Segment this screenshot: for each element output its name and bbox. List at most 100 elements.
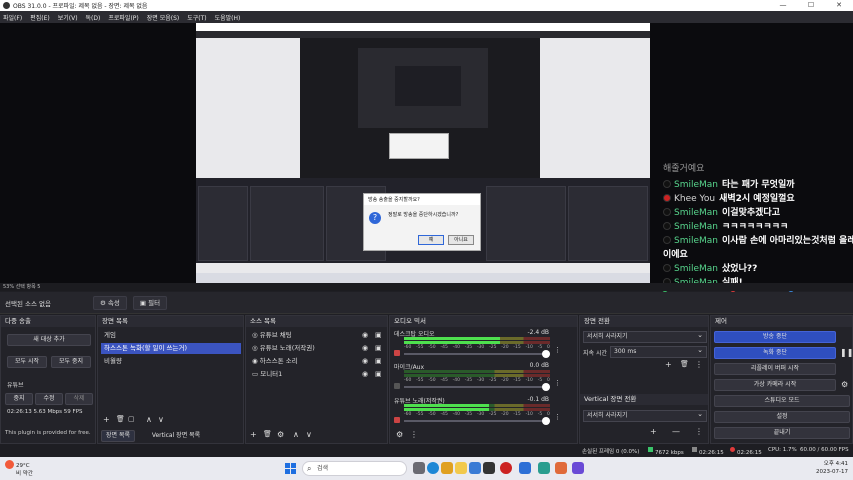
- file-explorer-icon[interactable]: [455, 462, 467, 474]
- taskbar-search[interactable]: 검색: [302, 461, 407, 476]
- volume-knob[interactable]: [542, 417, 550, 425]
- minimize-button[interactable]: —: [769, 0, 797, 11]
- visibility-eye-icon[interactable]: ◉: [362, 357, 368, 365]
- app-taskbar-icon[interactable]: [500, 462, 512, 474]
- mute-icon[interactable]: [394, 383, 400, 389]
- target-name: 유튜브: [7, 382, 24, 389]
- channel-settings-icon[interactable]: ⋮: [554, 413, 561, 421]
- visibility-eye-icon[interactable]: ◉: [362, 331, 368, 339]
- tab-scenes[interactable]: 장면 목록: [101, 430, 135, 442]
- visibility-eye-icon[interactable]: ◉: [362, 370, 368, 378]
- channel-settings-icon[interactable]: ⋮: [554, 346, 561, 354]
- meter-tick-label: -20: [501, 378, 509, 383]
- virtual-camera-settings-icon[interactable]: ⚙: [841, 380, 848, 389]
- system-clock[interactable]: 오후 4:41 2023-07-17: [816, 460, 848, 476]
- source-settings-icon[interactable]: ⚙: [277, 430, 284, 439]
- lock-icon[interactable]: ▣: [375, 357, 382, 365]
- stop-all-button[interactable]: 모두 중지: [51, 356, 91, 368]
- menu-view[interactable]: 보기(V): [58, 13, 78, 22]
- transition-select[interactable]: 서서히 사라지기: [583, 330, 707, 343]
- mixer-menu-icon[interactable]: ⋮: [410, 430, 418, 439]
- settings-button[interactable]: 설정: [714, 411, 850, 423]
- app-taskbar-icon[interactable]: [572, 462, 584, 474]
- task-view-icon[interactable]: [413, 462, 425, 474]
- add-transition-icon[interactable]: +: [650, 427, 657, 436]
- preview-canvas[interactable]: 방송 송출을 중지할까요? ? 정말로 방송을 중단하시겠습니까? 예 아니요: [196, 23, 650, 283]
- target-edit-button[interactable]: 수정: [35, 393, 63, 405]
- meter-tick-label: -35: [464, 345, 473, 350]
- lock-icon[interactable]: ▣: [375, 344, 382, 352]
- virtual-camera-button[interactable]: 가상 카메라 시작: [714, 379, 836, 391]
- filters-button[interactable]: ▣ 필터: [132, 295, 168, 310]
- scene-item-selected[interactable]: 하스스톤 녹화(할 일이 쓰는거): [101, 343, 241, 354]
- weather-widget[interactable]: 29°C 비 약간: [5, 460, 33, 478]
- preview-area[interactable]: 방송 송출을 중지할까요? ? 정말로 방송을 중단하시겠습니까? 예 아니요 …: [0, 23, 853, 293]
- sources-dock: 소스 목록 ◎ 유튜브 채팅 ◎ 유튜브 노래(저작권) ◉ 하스스톤 소리 ▭…: [245, 315, 388, 444]
- transition-menu-icon[interactable]: ⋮: [695, 427, 703, 436]
- dock-title: 오디오 믹서: [390, 316, 577, 327]
- menu-tools[interactable]: 도구(T): [187, 13, 206, 22]
- remove-transition-icon[interactable]: —: [672, 427, 680, 436]
- add-source-icon[interactable]: +: [250, 430, 257, 439]
- remove-scene-icon[interactable]: 🗑: [116, 415, 125, 423]
- stop-recording-button[interactable]: 녹화 중단: [714, 347, 836, 359]
- pause-recording-icon[interactable]: ❚❚: [840, 348, 853, 357]
- move-down-icon[interactable]: ∨: [158, 415, 164, 424]
- volume-slider[interactable]: [404, 417, 550, 425]
- channel-settings-icon[interactable]: ⋮: [554, 379, 561, 387]
- replay-buffer-button[interactable]: 리플레이 버퍼 시작: [714, 363, 836, 375]
- vertical-transition-select[interactable]: 서서히 사라지기: [583, 409, 707, 422]
- duration-input[interactable]: 300 ms: [610, 345, 707, 358]
- mute-icon[interactable]: [394, 417, 400, 423]
- close-button[interactable]: ✕: [825, 0, 853, 11]
- windows-start-icon[interactable]: [285, 463, 296, 474]
- volume-knob[interactable]: [542, 350, 550, 358]
- properties-button[interactable]: ⚙ 속성: [93, 295, 127, 310]
- mute-icon[interactable]: [394, 350, 400, 356]
- target-delete-button[interactable]: 삭제: [65, 393, 93, 405]
- exit-button[interactable]: 끝내기: [714, 427, 850, 439]
- question-icon: ?: [369, 212, 381, 224]
- studio-mode-button[interactable]: 스튜디오 모드: [714, 395, 850, 407]
- lock-icon[interactable]: ▣: [375, 370, 382, 378]
- menu-profile[interactable]: 프로파일(P): [108, 13, 138, 22]
- menu-docks[interactable]: 독(D): [86, 13, 101, 22]
- menu-file[interactable]: 파일(F): [3, 13, 22, 22]
- add-target-button[interactable]: 새 대상 추가: [7, 334, 91, 346]
- tab-vertical-scenes[interactable]: Vertical 장면 목록: [137, 430, 215, 442]
- target-stop-button[interactable]: 중지: [5, 393, 33, 405]
- remove-source-icon[interactable]: 🗑: [263, 430, 272, 438]
- audio-settings-icon[interactable]: ⚙: [396, 430, 403, 439]
- transition-menu-icon[interactable]: ⋮: [695, 360, 703, 369]
- edge-icon[interactable]: [427, 462, 439, 474]
- bitrate: 7672 kbps: [648, 447, 684, 456]
- move-up-icon[interactable]: ∧: [293, 430, 299, 439]
- app-taskbar-icon[interactable]: [538, 462, 550, 474]
- scene-item[interactable]: 게임: [101, 330, 241, 341]
- menu-help[interactable]: 도움말(H): [215, 13, 241, 22]
- volume-slider[interactable]: [404, 383, 550, 391]
- store-icon[interactable]: [469, 462, 481, 474]
- scene-item[interactable]: 비월량: [101, 356, 241, 367]
- menu-scene-collection[interactable]: 장면 모음(S): [147, 13, 179, 22]
- volume-knob[interactable]: [542, 383, 550, 391]
- move-up-icon[interactable]: ∧: [146, 415, 152, 424]
- app-taskbar-icon[interactable]: [519, 462, 531, 474]
- scene-config-icon[interactable]: ▢: [128, 415, 135, 423]
- lock-icon[interactable]: ▣: [375, 331, 382, 339]
- add-scene-icon[interactable]: +: [103, 415, 110, 424]
- dock-title: 장면 목록: [98, 316, 243, 327]
- volume-slider[interactable]: [404, 350, 550, 358]
- remove-transition-icon[interactable]: 🗑: [680, 360, 689, 368]
- menu-edit[interactable]: 편집(E): [30, 13, 50, 22]
- app-taskbar-icon[interactable]: [555, 462, 567, 474]
- start-all-button[interactable]: 모두 시작: [7, 356, 47, 368]
- meter-tick-label: -10: [525, 378, 533, 383]
- move-down-icon[interactable]: ∨: [306, 430, 312, 439]
- obs-taskbar-icon[interactable]: [483, 462, 495, 474]
- stop-streaming-button[interactable]: 방송 중단: [714, 331, 836, 343]
- visibility-eye-icon[interactable]: ◉: [362, 344, 368, 352]
- chrome-icon[interactable]: [441, 462, 453, 474]
- add-transition-icon[interactable]: +: [665, 360, 672, 369]
- maximize-button[interactable]: ☐: [797, 0, 825, 11]
